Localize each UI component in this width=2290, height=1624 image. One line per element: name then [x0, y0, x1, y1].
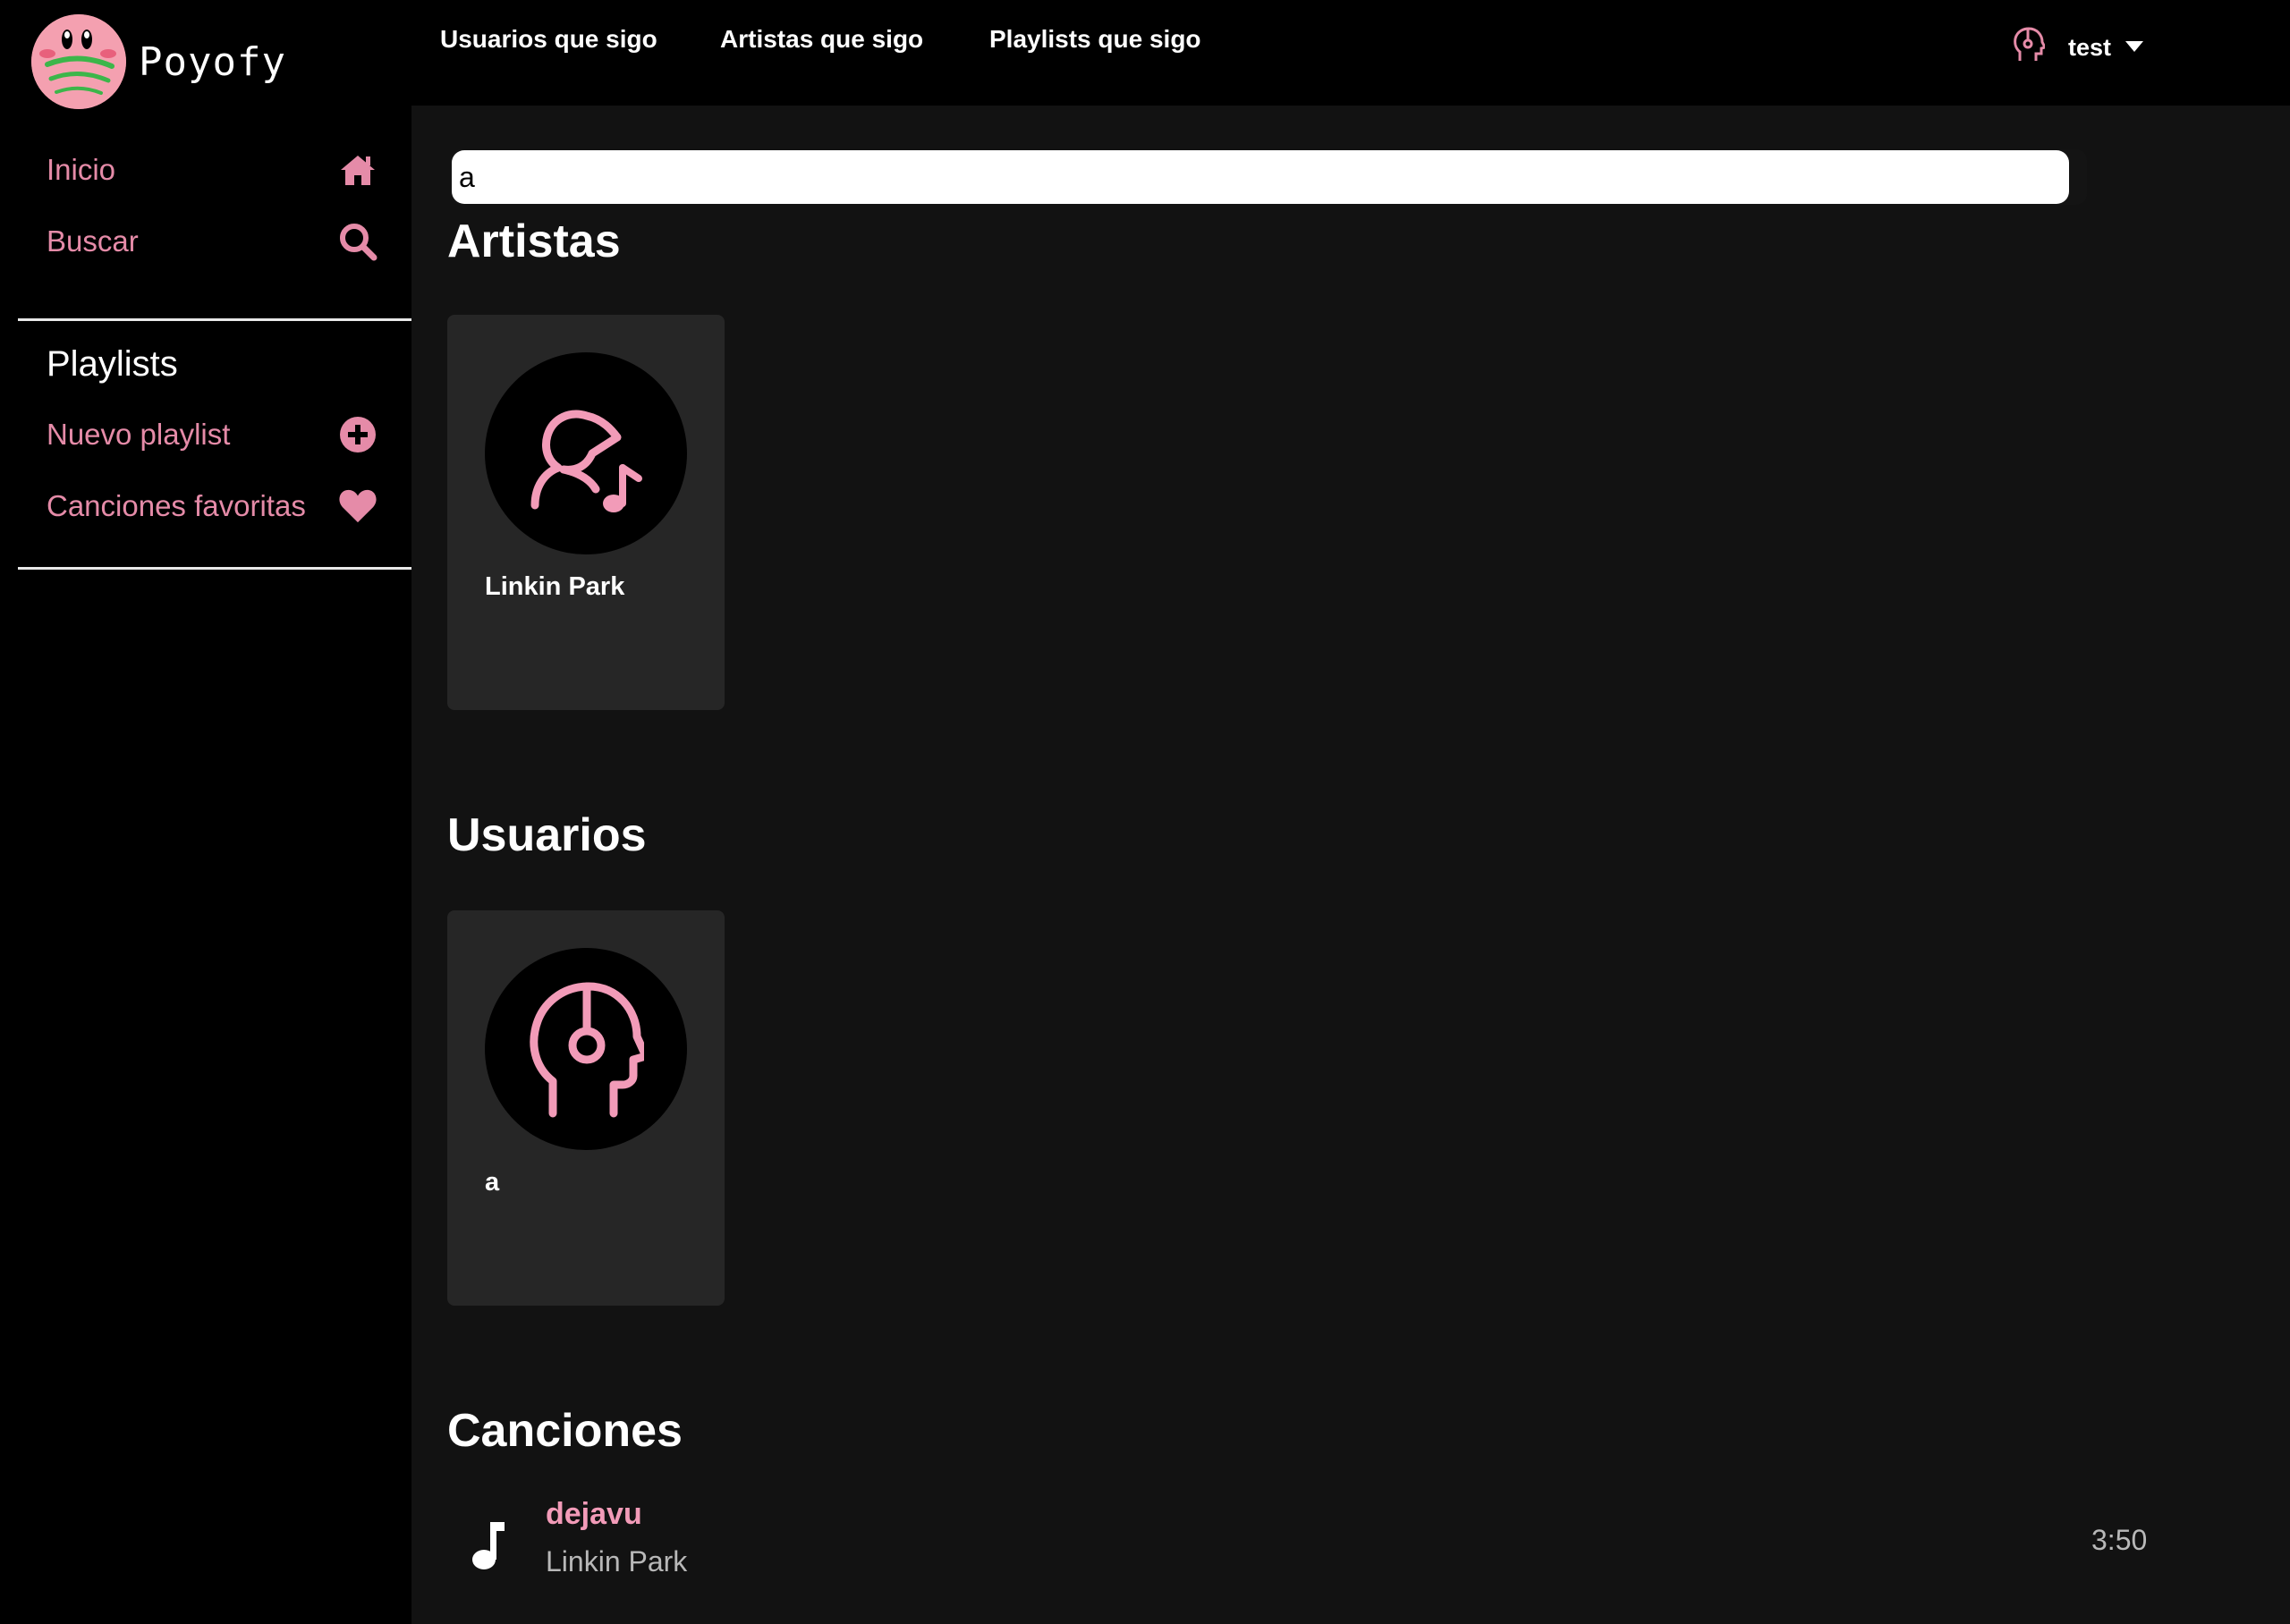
search-icon: [338, 222, 377, 261]
user-headphones-icon: [485, 948, 687, 1150]
sidebar-divider: [18, 567, 411, 570]
artist-music-icon: [485, 352, 687, 554]
artist-name: Linkin Park: [485, 572, 625, 601]
section-title-usuarios: Usuarios: [447, 809, 647, 861]
sidebar-item-nuevo-playlist[interactable]: Nuevo playlist: [47, 408, 377, 461]
top-nav: Usuarios que sigo Artistas que sigo Play…: [411, 0, 2290, 106]
caret-down-icon: [2125, 40, 2144, 56]
song-title[interactable]: dejavu: [546, 1497, 642, 1532]
sidebar-item-label: Inicio: [47, 153, 116, 186]
sidebar-item-label: Buscar: [47, 224, 139, 258]
heart-icon: [338, 486, 377, 526]
playlists-heading: Playlists: [47, 344, 178, 384]
user-menu[interactable]: test: [2013, 27, 2144, 69]
user-name: test: [2068, 34, 2112, 61]
search-input[interactable]: [452, 150, 2069, 204]
sidebar-item-canciones-favoritas[interactable]: Canciones favoritas: [47, 479, 377, 533]
section-title-canciones: Canciones: [447, 1405, 683, 1457]
sidebar: Poyofy Inicio Buscar Playlists Nuevo pla…: [0, 0, 411, 1624]
nav-link-usuarios-que-sigo[interactable]: Usuarios que sigo: [440, 25, 657, 54]
plus-circle-icon: [338, 415, 377, 454]
section-title-artistas: Artistas: [447, 216, 621, 267]
song-artist[interactable]: Linkin Park: [546, 1545, 687, 1578]
sidebar-item-label: Nuevo playlist: [47, 418, 231, 451]
user-headphones-icon: [2013, 27, 2048, 69]
logo-icon: [31, 14, 126, 109]
song-duration: 3:50: [2091, 1524, 2148, 1556]
logo[interactable]: Poyofy: [31, 14, 286, 109]
sidebar-item-inicio[interactable]: Inicio: [47, 143, 377, 197]
nav-link-artistas-que-sigo[interactable]: Artistas que sigo: [720, 25, 923, 54]
logo-text: Poyofy: [139, 38, 286, 85]
sidebar-divider: [18, 318, 411, 321]
app-root: Poyofy Inicio Buscar Playlists Nuevo pla…: [0, 0, 2290, 1624]
nav-link-playlists-que-sigo[interactable]: Playlists que sigo: [989, 25, 1201, 54]
song-row[interactable]: dejavu Linkin Park 3:50: [447, 1493, 2236, 1592]
sidebar-item-buscar[interactable]: Buscar: [47, 215, 377, 268]
user-card[interactable]: a: [447, 910, 725, 1306]
main-content: Artistas Linkin Park Usuarios: [411, 106, 2290, 1624]
music-note-icon: [471, 1520, 506, 1575]
artist-card[interactable]: Linkin Park: [447, 315, 725, 710]
home-icon: [338, 150, 377, 190]
user-name: a: [485, 1168, 500, 1197]
sidebar-item-label: Canciones favoritas: [47, 489, 306, 522]
